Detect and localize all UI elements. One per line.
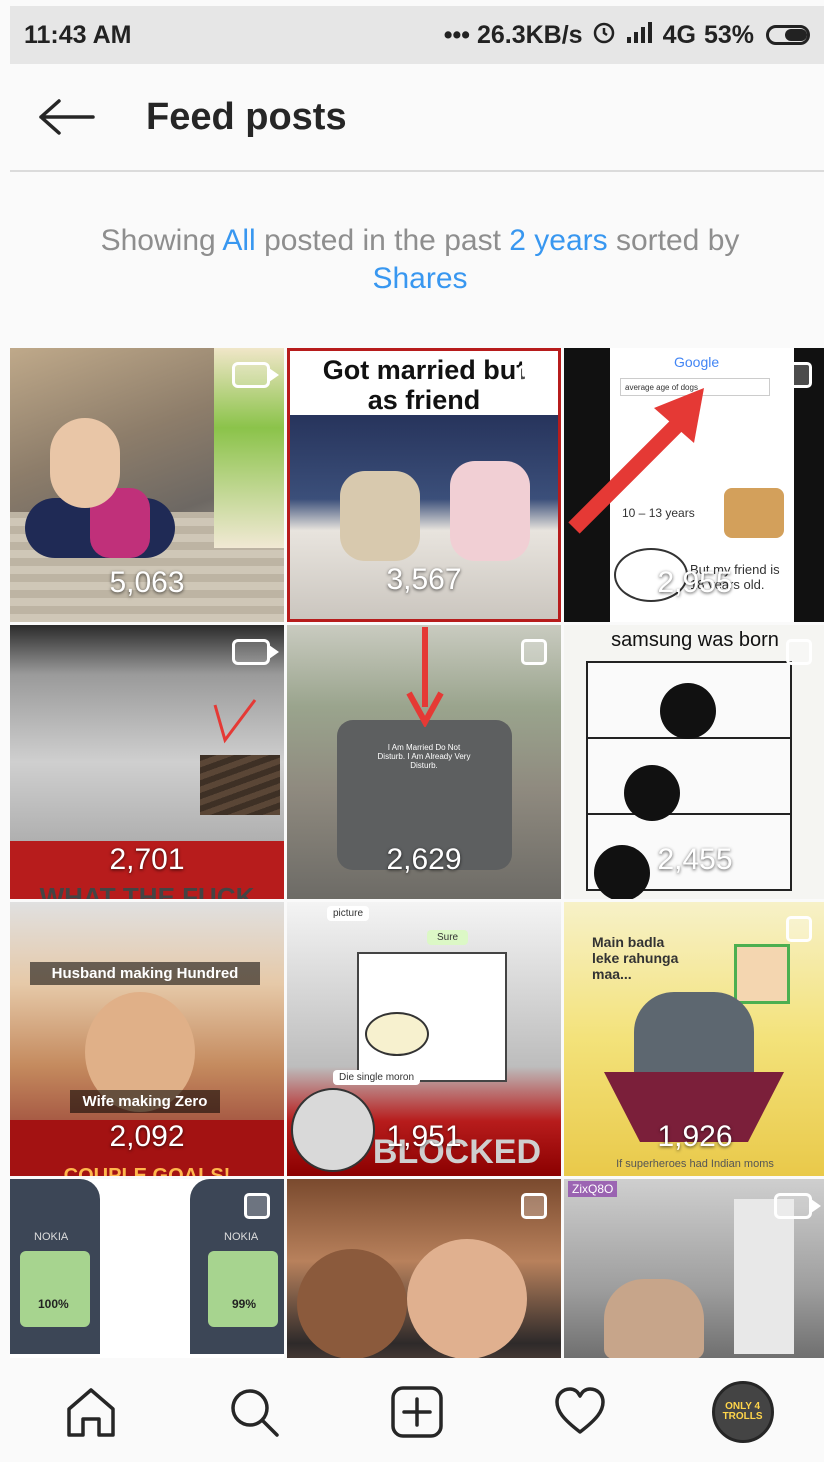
page-title: Feed posts (146, 95, 347, 138)
signal-icon (625, 21, 655, 50)
share-count: 2,092 (109, 1120, 185, 1153)
network-type: 4G (662, 20, 696, 49)
red-mark (213, 699, 257, 744)
carousel-icon (786, 362, 812, 388)
battery-percent-left: 100% (38, 1297, 69, 1311)
post-footer: If superheroes had Indian moms (616, 1158, 774, 1170)
post-caption: samsung was born (611, 629, 779, 651)
app-header: Feed posts (10, 64, 824, 172)
filter-type-link[interactable]: All (222, 224, 255, 257)
back-button[interactable] (22, 63, 112, 171)
search-icon (231, 1389, 279, 1437)
post-tile[interactable]: Main badla leke rahunga maa... If superh… (564, 902, 824, 1176)
battery-icon (766, 25, 810, 45)
share-count: 3,567 (386, 563, 462, 596)
home-tab[interactable] (56, 1377, 126, 1447)
share-count: 5,063 (109, 566, 185, 599)
post-tile[interactable]: WHAT THE FUCK 2,701 (10, 625, 284, 899)
post-tile[interactable]: Google average age of dogs 10 – 13 years… (564, 348, 824, 622)
user-tag: ZixQ8O (568, 1181, 618, 1197)
phone-brand-left: NOKIA (34, 1231, 69, 1243)
video-icon (774, 1193, 821, 1219)
post-tile[interactable]: Got married but as friend 3,567 (287, 348, 561, 622)
search-tab[interactable] (219, 1377, 289, 1447)
post-tile[interactable]: I Am Married Do Not Disturb. I Am Alread… (287, 625, 561, 899)
meme-bottom-text: Wife making Zero (70, 1090, 220, 1113)
chat-bubble-left: picture (327, 906, 370, 921)
share-count: 2,629 (386, 843, 462, 876)
share-count: 2,955 (657, 566, 733, 599)
post-tile[interactable]: ZixQ8O (564, 1179, 824, 1358)
profile-tab[interactable]: ONLY 4 TROLLS (708, 1377, 778, 1447)
post-tile[interactable]: picture Sure Die single moron BLOCKED 1,… (287, 902, 561, 1176)
status-time: 11:43 AM (24, 20, 132, 49)
meme-banner: COUPLE GOALS! (63, 1165, 231, 1176)
share-count: 1,926 (657, 1120, 733, 1153)
post-tile[interactable]: samsung was born 2,455 (564, 625, 824, 899)
video-icon (232, 362, 279, 388)
post-tile[interactable] (287, 1179, 561, 1358)
home-icon (67, 1388, 116, 1437)
phone-brand-right: NOKIA (224, 1231, 259, 1243)
bottom-tab-bar: ONLY 4 TROLLS (10, 1362, 824, 1462)
battery-percent: 53% (703, 20, 754, 49)
activity-heart-icon (555, 1387, 605, 1434)
meme-top-text: Husband making Hundred (30, 962, 260, 985)
time-period-link[interactable]: 2 years (509, 224, 607, 257)
post-tile[interactable]: NOKIA NOKIA 100% 99% (10, 1179, 284, 1358)
activity-tab[interactable] (545, 1377, 615, 1447)
status-bar: 11:43 AM ••• 26.3KB/s 4G 53% (10, 6, 824, 64)
carousel-icon (521, 1193, 547, 1219)
new-post-icon (391, 1386, 443, 1438)
carousel-icon (244, 1193, 270, 1219)
carousel-icon (521, 639, 547, 665)
alarm-icon (591, 19, 617, 52)
share-count: 2,455 (657, 843, 733, 876)
status-right: ••• 26.3KB/s 4G 53% (444, 19, 810, 52)
summary-prefix: Showing (100, 224, 216, 257)
sort-by-link[interactable]: Shares (372, 262, 467, 295)
battery-percent-right: 99% (232, 1297, 257, 1311)
carousel-icon (786, 916, 812, 942)
avatar-text: ONLY 4 TROLLS (722, 1401, 763, 1422)
meme-banner: WHAT THE FUCK (39, 882, 255, 899)
filter-summary: Showing All posted in the past 2 years s… (40, 222, 800, 298)
carousel-icon (786, 639, 812, 665)
summary-middle: posted in the past (264, 224, 501, 257)
arrow-left-icon (39, 99, 95, 135)
red-arrow-down (406, 627, 444, 727)
network-speed: ••• 26.3KB/s (443, 20, 583, 49)
share-count: 1,951 (386, 1120, 462, 1153)
summary-suffix: sorted by (615, 224, 740, 257)
post-tile[interactable]: Husband making Hundred Wife making Zero … (10, 902, 284, 1176)
carousel-icon (518, 365, 544, 391)
car-sticker-text: I Am Married Do Not Disturb. I Am Alread… (377, 743, 471, 770)
post-tile[interactable]: 5,063 (10, 348, 284, 622)
posts-grid: 5,063 Got married but as friend 3,567 Go… (10, 348, 824, 1358)
profile-avatar: ONLY 4 TROLLS (711, 1381, 774, 1443)
chat-bubble-right: Sure (427, 930, 469, 945)
red-arrow (568, 388, 704, 534)
post-caption: Main badla leke rahunga maa... (592, 934, 679, 982)
video-icon (232, 639, 279, 665)
chat-bubble-left-2: Die single moron (333, 1070, 421, 1085)
share-count: 2,701 (109, 843, 185, 876)
new-post-tab[interactable] (382, 1377, 452, 1447)
